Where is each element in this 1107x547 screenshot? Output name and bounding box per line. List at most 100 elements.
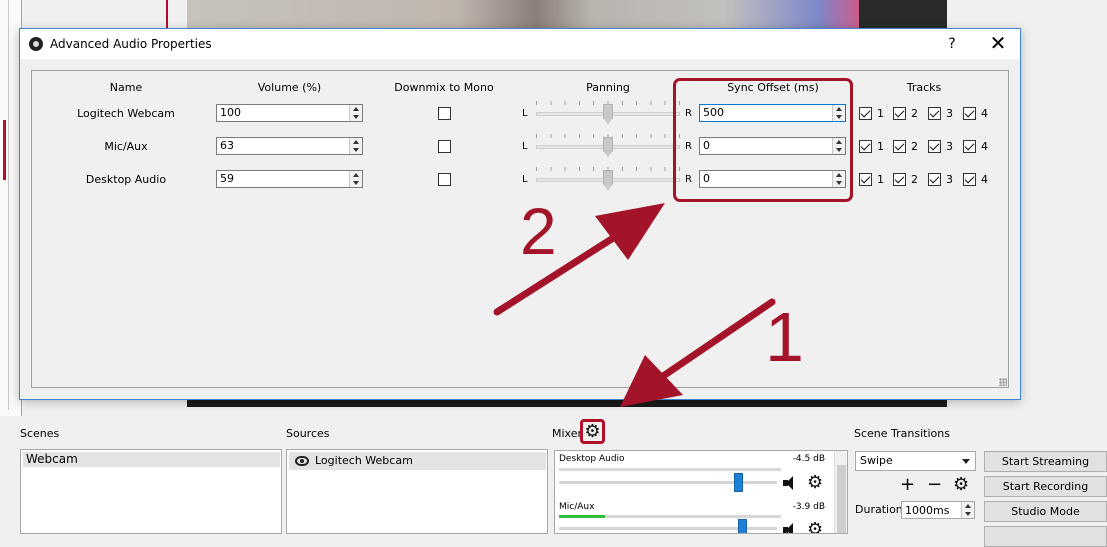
volume-field-mic-aux[interactable]: 63 — [216, 137, 363, 155]
spin-arrows-icon[interactable] — [349, 171, 362, 187]
row-name-desktop-audio: Desktop Audio — [85, 173, 167, 186]
pan-left-label: L — [522, 108, 528, 119]
start-streaming-button[interactable]: Start Streaming — [984, 451, 1107, 472]
scene-item-webcam[interactable]: Webcam — [23, 452, 280, 467]
volume-meter-mic-aux — [559, 515, 781, 518]
header-panning: Panning — [586, 81, 630, 94]
mixer-title: Mixer — [552, 427, 583, 440]
mixer-db-desktop-audio: -4.5 dB — [792, 454, 825, 464]
track-number-label: 4 — [981, 140, 988, 153]
mixer-db-mic-aux: -3.9 dB — [792, 502, 825, 512]
mixer-scrollbar[interactable] — [834, 451, 847, 533]
webcam-preview-image — [187, 0, 859, 30]
row-name-mic-aux: Mic/Aux — [104, 140, 148, 153]
track-number-label: 3 — [946, 173, 953, 186]
dialog-title: Advanced Audio Properties — [50, 37, 212, 51]
volume-value: 59 — [220, 172, 234, 185]
track-checkbox[interactable] — [928, 107, 941, 120]
volume-slider-handle[interactable] — [734, 473, 743, 492]
obs-logo-icon — [29, 37, 43, 51]
settings-button[interactable] — [984, 526, 1107, 547]
dialog-titlebar[interactable]: Advanced Audio Properties ? ✕ — [20, 29, 1020, 59]
remove-transition-button[interactable]: − — [927, 476, 942, 494]
downmix-checkbox-mic-aux[interactable] — [438, 140, 451, 153]
header-downmix: Downmix to Mono — [394, 81, 494, 94]
track-number-label: 4 — [981, 107, 988, 120]
spin-arrows-icon[interactable] — [349, 105, 362, 121]
track-number-label: 1 — [877, 140, 884, 153]
transition-select[interactable]: Swipe — [855, 451, 976, 471]
track-checkbox[interactable] — [893, 107, 906, 120]
track-number-label: 2 — [911, 107, 918, 120]
mixer-channel-mic-aux: Mic/Aux — [559, 502, 595, 512]
volume-slider-handle[interactable] — [738, 519, 747, 533]
volume-meter-level — [559, 515, 605, 518]
sources-title: Sources — [286, 427, 330, 440]
chevron-down-icon — [962, 459, 970, 464]
speaker-icon[interactable] — [783, 523, 799, 533]
track-checkbox[interactable] — [928, 173, 941, 186]
track-checkbox[interactable] — [893, 173, 906, 186]
eye-icon[interactable] — [295, 456, 309, 466]
scenes-title: Scenes — [20, 427, 60, 440]
track-number-label: 1 — [877, 173, 884, 186]
sources-list[interactable]: Logitech Webcam — [286, 449, 548, 534]
track-checkbox[interactable] — [963, 173, 976, 186]
volume-field-desktop-audio[interactable]: 59 — [216, 170, 363, 188]
track-checkbox[interactable] — [963, 107, 976, 120]
add-transition-button[interactable]: + — [900, 476, 915, 494]
track-number-label: 2 — [911, 173, 918, 186]
track-number-label: 2 — [911, 140, 918, 153]
spin-arrows-icon[interactable] — [349, 138, 362, 154]
track-checkbox[interactable] — [893, 140, 906, 153]
row-name-logitech-webcam: Logitech Webcam — [77, 107, 175, 120]
scene-transitions-title: Scene Transitions — [854, 427, 950, 440]
track-checkbox[interactable] — [963, 140, 976, 153]
left-panel-border — [8, 0, 9, 410]
volume-slider-desktop-audio[interactable] — [559, 481, 777, 484]
volume-meter-desktop-audio — [559, 468, 781, 471]
duration-field[interactable]: 1000ms — [901, 501, 975, 519]
downmix-checkbox-desktop-audio[interactable] — [438, 173, 451, 186]
annotation-left-mark — [0, 120, 6, 180]
track-number-label: 3 — [946, 107, 953, 120]
scenes-list[interactable]: Webcam — [20, 449, 282, 534]
source-item-logitech-webcam[interactable]: Logitech Webcam — [289, 452, 546, 470]
mixer-scrollbar-thumb[interactable] — [837, 465, 846, 533]
pan-left-label: L — [522, 174, 528, 185]
header-tracks: Tracks — [906, 81, 942, 94]
annotation-step-2: 2 — [520, 194, 557, 268]
annotation-top-mark — [166, 0, 168, 28]
volume-field-logitech-webcam[interactable]: 100 — [216, 104, 363, 122]
track-number-label: 3 — [946, 140, 953, 153]
pan-left-label: L — [522, 141, 528, 152]
track-number-label: 4 — [981, 173, 988, 186]
track-checkbox[interactable] — [859, 107, 872, 120]
track-checkbox[interactable] — [859, 140, 872, 153]
volume-value: 63 — [220, 139, 234, 152]
resize-grip-icon[interactable] — [999, 378, 1007, 386]
gear-icon[interactable]: ⚙ — [807, 474, 823, 492]
mixer-channel-desktop-audio: Desktop Audio — [559, 454, 625, 464]
start-recording-button[interactable]: Start Recording — [984, 476, 1107, 497]
source-item-label: Logitech Webcam — [315, 454, 413, 467]
track-number-label: 1 — [877, 107, 884, 120]
header-volume: Volume (%) — [257, 81, 322, 94]
gear-icon[interactable]: ⚙ — [953, 476, 969, 494]
duration-value: 1000ms — [905, 504, 950, 517]
close-button[interactable]: ✕ — [986, 32, 1010, 56]
mixer-gear-icon[interactable]: ⚙ — [580, 419, 605, 444]
annotation-sync-offset-highlight — [673, 78, 853, 202]
studio-mode-button[interactable]: Studio Mode — [984, 501, 1107, 522]
spin-arrows-icon[interactable] — [961, 502, 974, 518]
downmix-checkbox-logitech-webcam[interactable] — [438, 107, 451, 120]
speaker-icon[interactable] — [783, 476, 799, 490]
help-button[interactable]: ? — [942, 33, 962, 55]
track-checkbox[interactable] — [928, 140, 941, 153]
duration-label: Duration — [855, 503, 903, 516]
header-name: Name — [109, 81, 143, 94]
gear-icon[interactable]: ⚙ — [807, 521, 823, 534]
track-checkbox[interactable] — [859, 173, 872, 186]
audio-mixer: Desktop Audio -4.5 dB ⚙ Mic/Aux -3.9 dB … — [554, 450, 848, 534]
annotation-step-1: 1 — [765, 298, 804, 376]
